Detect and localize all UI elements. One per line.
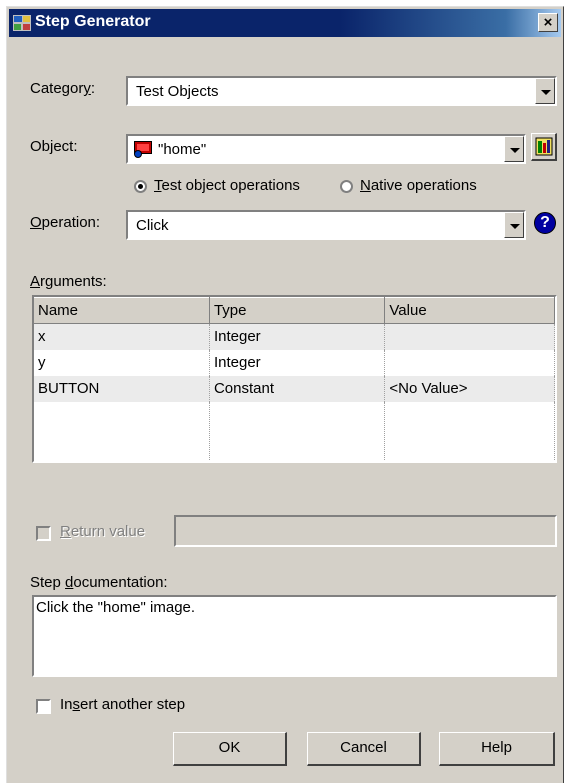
category-value: Test Objects bbox=[136, 83, 219, 100]
column-header-value[interactable]: Value bbox=[384, 297, 555, 324]
object-repository-icon bbox=[535, 137, 553, 156]
cancel-button[interactable]: Cancel bbox=[307, 732, 421, 766]
empty-cell bbox=[34, 401, 210, 461]
arg-name-cell: x bbox=[34, 323, 210, 350]
category-combo[interactable]: Test Objects bbox=[126, 76, 557, 106]
empty-cell bbox=[209, 401, 386, 461]
object-label: Object: bbox=[30, 138, 78, 155]
return-value-label: Return value bbox=[60, 523, 146, 540]
category-label: Category: bbox=[30, 80, 96, 97]
test-object-operations-label: Test object operations bbox=[154, 177, 300, 194]
operation-dropdown-button[interactable] bbox=[504, 212, 524, 238]
table-row[interactable]: BUTTON Constant <No Value> bbox=[34, 375, 555, 402]
column-header-type[interactable]: Type bbox=[209, 297, 386, 324]
arg-value-cell[interactable] bbox=[384, 349, 555, 376]
cancel-label: Cancel bbox=[340, 739, 387, 756]
operation-value: Click bbox=[136, 217, 169, 234]
help-button[interactable]: Help bbox=[439, 732, 555, 766]
arg-type-cell: Integer bbox=[209, 323, 386, 350]
return-value-field[interactable] bbox=[174, 515, 557, 547]
operation-help-icon[interactable]: ? bbox=[534, 212, 556, 234]
arg-name-cell: BUTTON bbox=[34, 375, 210, 402]
step-documentation-text: Click the "home" image. bbox=[36, 599, 196, 616]
radio-selected-dot bbox=[138, 184, 143, 189]
step-generator-icon bbox=[13, 15, 31, 31]
object-value: "home" bbox=[158, 141, 207, 158]
close-button[interactable]: × bbox=[538, 13, 558, 32]
native-operations-label: Native operations bbox=[360, 177, 477, 194]
help-label: Help bbox=[481, 739, 512, 756]
chevron-down-icon bbox=[510, 148, 520, 153]
empty-cell bbox=[384, 401, 555, 461]
test-object-operations-radio[interactable] bbox=[134, 180, 147, 193]
table-row[interactable]: x Integer bbox=[34, 323, 555, 350]
select-object-button[interactable] bbox=[531, 133, 557, 161]
arg-type-cell: Integer bbox=[209, 349, 386, 376]
arguments-header-row: Name Type Value bbox=[34, 297, 555, 324]
native-operations-radio[interactable] bbox=[340, 180, 353, 193]
insert-another-step-checkbox[interactable] bbox=[36, 699, 51, 714]
window-title: Step Generator bbox=[35, 13, 151, 30]
title-bar[interactable]: Step Generator × bbox=[9, 9, 561, 37]
image-object-icon bbox=[134, 141, 152, 158]
step-documentation-label: Step documentation: bbox=[30, 574, 168, 591]
operation-label: Operation: bbox=[30, 214, 101, 231]
chevron-down-icon bbox=[541, 90, 551, 95]
arg-value-cell[interactable]: <No Value> bbox=[384, 375, 555, 402]
arguments-label: Arguments: bbox=[30, 273, 107, 290]
ok-button[interactable]: OK bbox=[173, 732, 287, 766]
category-dropdown-button[interactable] bbox=[535, 78, 555, 104]
operation-combo[interactable]: Click bbox=[126, 210, 526, 240]
arg-value-cell[interactable] bbox=[384, 323, 555, 350]
question-mark-glyph: ? bbox=[540, 214, 550, 231]
column-header-name[interactable]: Name bbox=[34, 297, 210, 324]
arguments-table: Name Type Value x Integer y Integer BUTT… bbox=[34, 297, 555, 461]
table-row[interactable]: y Integer bbox=[34, 349, 555, 376]
arguments-grid[interactable]: Name Type Value x Integer y Integer BUTT… bbox=[32, 295, 557, 463]
arg-name-cell: y bbox=[34, 349, 210, 376]
return-value-checkbox[interactable] bbox=[36, 526, 51, 541]
step-generator-dialog: Step Generator × Category: Test Objects … bbox=[6, 6, 564, 783]
chevron-down-icon bbox=[510, 224, 520, 229]
close-icon: × bbox=[543, 14, 553, 31]
object-dropdown-button[interactable] bbox=[504, 136, 524, 162]
insert-another-step-label: Insert another step bbox=[60, 696, 186, 713]
step-documentation-textarea[interactable]: Click the "home" image. bbox=[32, 595, 557, 677]
table-row-empty bbox=[34, 401, 555, 461]
arg-type-cell: Constant bbox=[209, 375, 386, 402]
object-combo[interactable]: "home" bbox=[126, 134, 526, 164]
ok-label: OK bbox=[218, 739, 241, 756]
